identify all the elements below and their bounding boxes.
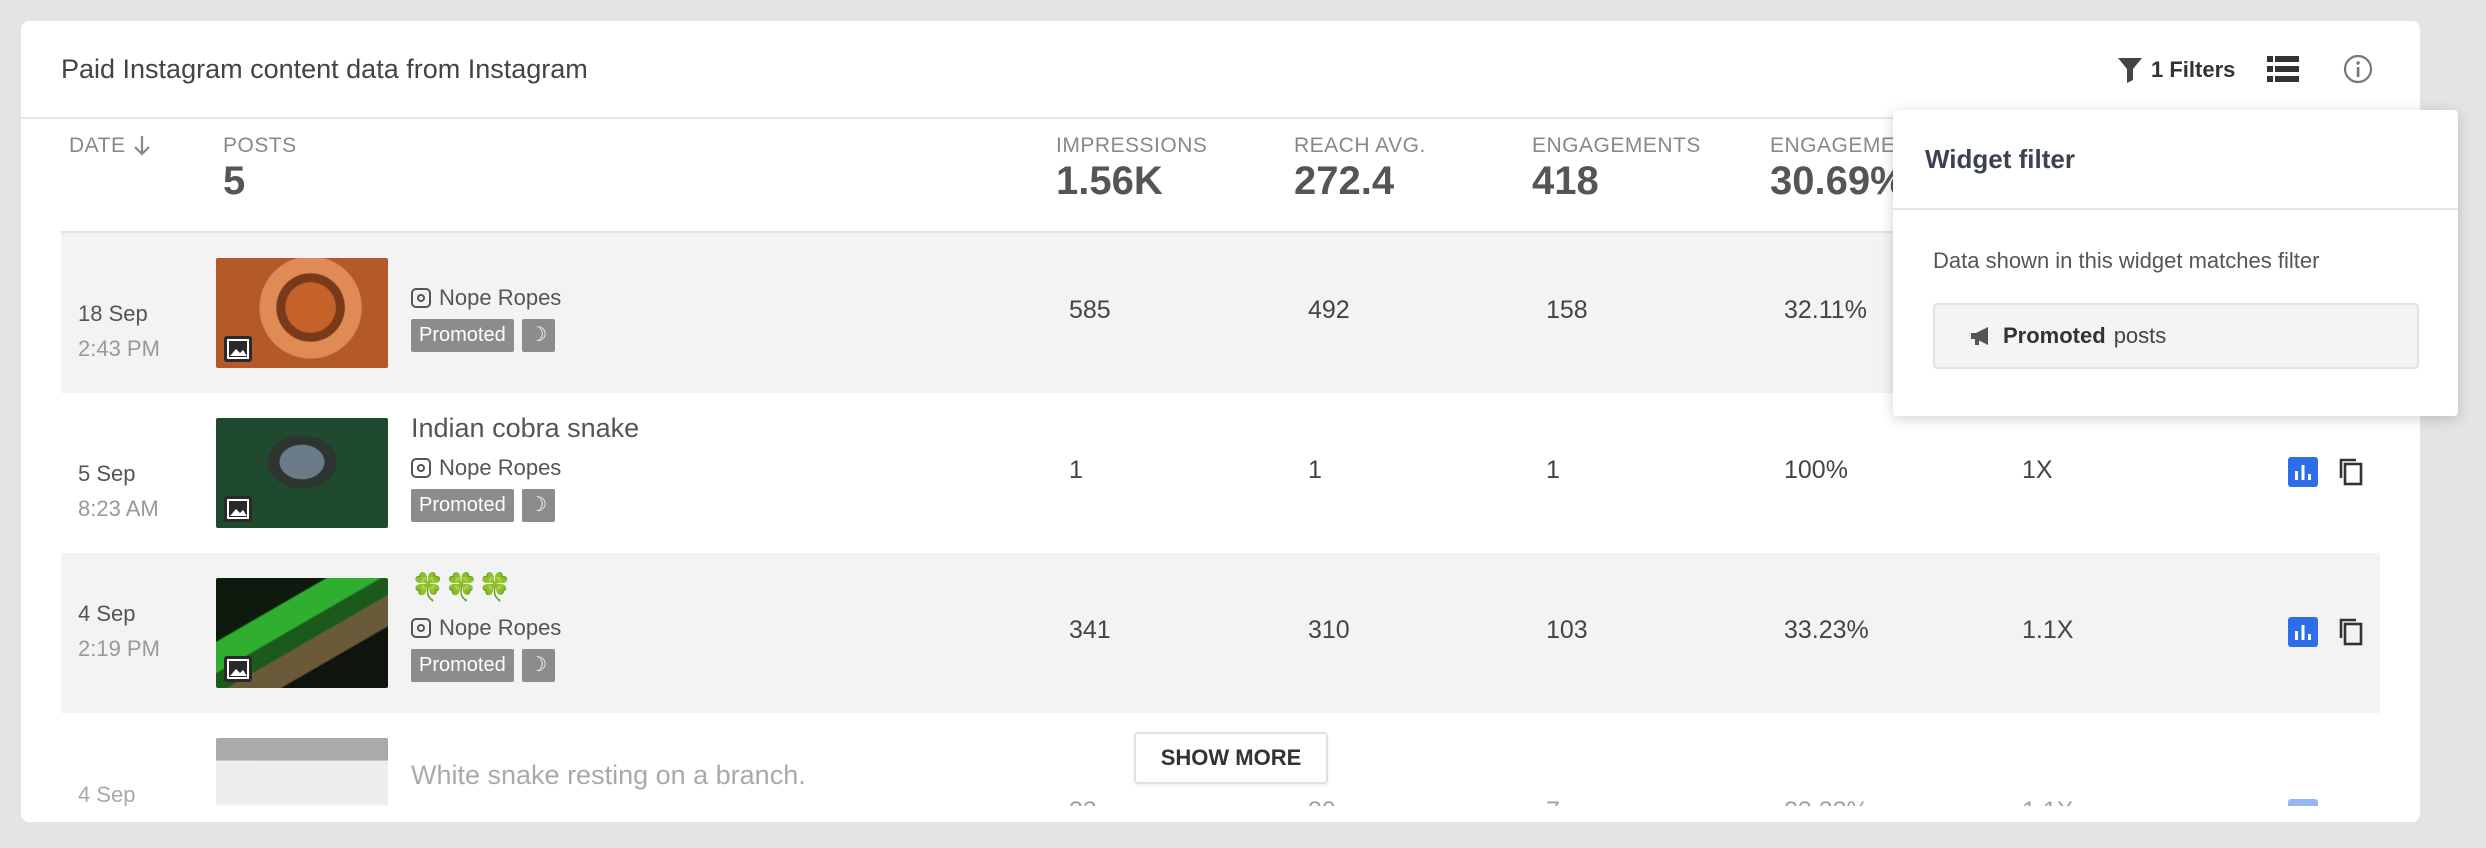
multiplier-cell: 1X [2022, 456, 2053, 484]
engagements-cell: 103 [1546, 616, 1588, 644]
instagram-icon [411, 458, 431, 478]
promoted-tag: Promoted [411, 649, 514, 682]
reach-cell: 310 [1308, 616, 1350, 644]
row-time: 2:43 PM [78, 336, 160, 361]
popover-title: Widget filter [1925, 144, 2075, 174]
bar-chart-icon[interactable] [2288, 617, 2318, 647]
engagement-rate-cell: 33.23% [1784, 616, 1869, 644]
image-icon [224, 496, 252, 522]
column-header-reach[interactable]: REACH AVG. [1294, 134, 1426, 158]
posts-total: 5 [223, 159, 246, 203]
impressions-cell: 1 [1069, 456, 1083, 484]
engagement-rate-cell: 100% [1784, 456, 1848, 484]
post-thumbnail[interactable] [216, 578, 388, 688]
table-row[interactable]: 4 Sep 2:19 PM 🍀🍀🍀 Nope Ropes Promoted ☽ … [61, 553, 2380, 713]
card-footer [21, 806, 2420, 822]
image-icon [224, 656, 252, 682]
post-thumbnail[interactable] [216, 418, 388, 528]
list-view-icon[interactable] [2266, 53, 2300, 85]
moon-icon: ☽ [521, 649, 555, 682]
column-header-engagement-rate[interactable]: ENGAGEME [1770, 134, 1895, 158]
post-title[interactable]: 🍀🍀🍀 [411, 571, 512, 603]
post-account[interactable]: Nope Ropes [411, 285, 561, 311]
bar-chart-icon[interactable] [2288, 457, 2318, 487]
promoted-tag: Promoted [411, 489, 514, 522]
megaphone-icon [1971, 327, 1988, 345]
funnel-icon [2118, 58, 2142, 83]
filters-button[interactable]: 1 Filters [2117, 52, 2235, 88]
account-name: Nope Ropes [439, 285, 562, 310]
reach-cell: 492 [1308, 296, 1350, 324]
filter-chip-strong: Promoted [2003, 323, 2106, 348]
row-date: 4 Sep [78, 601, 136, 626]
promoted-tag: Promoted [411, 319, 514, 352]
row-time: 8:23 AM [78, 496, 159, 521]
engagements-total: 418 [1532, 159, 1599, 203]
moon-icon: ☽ [521, 319, 555, 352]
engagement-rate-cell: 32.11% [1784, 296, 1867, 324]
multiplier-cell: 1.1X [2022, 616, 2074, 644]
image-icon [224, 336, 252, 362]
column-header-posts[interactable]: POSTS [223, 134, 297, 158]
info-icon[interactable] [2342, 53, 2374, 85]
post-thumbnail[interactable] [216, 258, 388, 368]
post-title[interactable]: White snake resting on a branch. [411, 760, 806, 791]
column-header-impressions[interactable]: IMPRESSIONS [1056, 134, 1207, 158]
post-tags: Promoted ☽ [411, 319, 555, 352]
row-time: 2:19 PM [78, 636, 160, 661]
popover-divider [1893, 208, 2458, 210]
popover-description: Data shown in this widget matches filter [1933, 248, 2320, 273]
widget-title: Paid Instagram content data from Instagr… [61, 54, 588, 84]
row-date: 18 Sep [78, 301, 148, 326]
post-account[interactable]: Nope Ropes [411, 455, 561, 481]
arrow-down-icon [134, 136, 151, 156]
engagements-cell: 158 [1546, 296, 1588, 324]
row-date: 5 Sep [78, 461, 136, 486]
moon-icon: ☽ [521, 489, 555, 522]
column-header-date[interactable]: DATE [69, 134, 151, 158]
instagram-icon [411, 618, 431, 638]
filter-chip-text: posts [2113, 323, 2167, 348]
table-row[interactable]: 5 Sep 8:23 AM Indian cobra snake Nope Ro… [61, 393, 2380, 553]
engagement-rate-total: 30.69% [1770, 159, 1906, 203]
filters-label: 1 Filters [2151, 57, 2236, 82]
post-account[interactable]: Nope Ropes [411, 615, 561, 641]
post-tags: Promoted ☽ [411, 489, 555, 522]
post-title[interactable]: Indian cobra snake [411, 413, 639, 444]
copy-icon[interactable] [2336, 616, 2366, 648]
show-more-button[interactable]: SHOW MORE [1134, 732, 1328, 784]
column-header-date-label: DATE [69, 134, 126, 157]
reach-total: 272.4 [1294, 159, 1395, 203]
post-tags: Promoted ☽ [411, 649, 555, 682]
widget-header: Paid Instagram content data from Instagr… [21, 21, 2420, 119]
impressions-cell: 341 [1069, 616, 1111, 644]
account-name: Nope Ropes [439, 615, 562, 640]
reach-cell: 1 [1308, 456, 1322, 484]
copy-icon[interactable] [2336, 456, 2366, 488]
account-name: Nope Ropes [439, 455, 562, 480]
engagements-cell: 1 [1546, 456, 1560, 484]
column-header-engagements[interactable]: ENGAGEMENTS [1532, 134, 1701, 158]
impressions-total: 1.56K [1056, 159, 1163, 203]
impressions-cell: 585 [1069, 296, 1111, 324]
row-date: 4 Sep [78, 782, 136, 807]
instagram-icon [411, 288, 431, 308]
widget-filter-popover: Widget filter Data shown in this widget … [1893, 110, 2458, 416]
filter-chip[interactable]: Promoted posts [1933, 303, 2419, 369]
